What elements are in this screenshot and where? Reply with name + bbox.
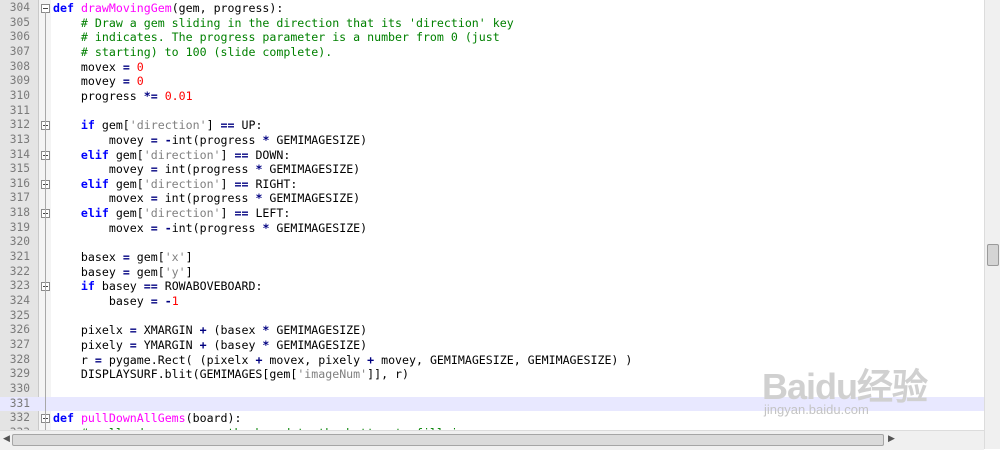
code-text: movex = 0 [53,59,144,74]
code-line[interactable]: 313 movey = -int(progress * GEMIMAGESIZE… [0,133,984,148]
line-number: 332 [9,411,30,425]
watermark: Baidu经验 jingyan.baidu.com [760,358,980,428]
line-number: 304 [9,1,30,14]
line-number: 312 [9,118,30,132]
line-number: 328 [9,352,30,366]
line-number: 329 [9,367,30,381]
code-text: movex = int(progress * GEMIMAGESIZE) [53,191,361,206]
horizontal-scrollbar-thumb[interactable] [12,434,884,446]
code-line[interactable]: 319 movex = -int(progress * GEMIMAGESIZE… [0,221,984,236]
line-number: 311 [9,103,30,117]
code-text: basex = gem['x'] [53,250,193,265]
code-text: DISPLAYSURF.blit(GEMIMAGES[gem['imageNum… [53,367,410,382]
code-line[interactable]: 327 pixely = YMARGIN + (basey * GEMIMAGE… [0,338,984,353]
code-text: elif gem['direction'] == DOWN: [80,147,291,162]
code-line[interactable]: 311 [0,104,984,119]
code-line[interactable]: 309 movey = 0 [0,74,984,89]
scroll-left-arrow-icon[interactable]: ◀ [3,434,10,444]
code-text: basey = gem['y'] [53,264,193,279]
code-line[interactable]: 325 [0,309,984,324]
code-text: pixelx = XMARGIN + (basex * GEMIMAGESIZE… [53,323,368,338]
line-number: 320 [9,235,30,249]
code-line[interactable]: 308 movex = 0 [0,60,984,75]
code-line[interactable]: 317 movex = int(progress * GEMIMAGESIZE) [0,191,984,206]
code-text: # Draw a gem sliding in the direction th… [80,15,514,30]
line-number: 326 [9,323,30,337]
code-text: movey = -int(progress * GEMIMAGESIZE) [53,132,368,147]
code-line[interactable]: 318 elif gem['direction'] == LEFT: [0,206,984,221]
code-line[interactable]: 315 movey = int(progress * GEMIMAGESIZE) [0,162,984,177]
line-number: 317 [9,191,30,205]
code-text: r = pygame.Rect( (pixelx + movex, pixely… [53,352,633,367]
code-text: if gem['direction'] == UP: [80,118,263,133]
line-number: 331 [9,396,30,410]
code-line[interactable]: 326 pixelx = XMARGIN + (basex * GEMIMAGE… [0,323,984,338]
code-text: if basey == ROWABOVEBOARD: [80,279,263,294]
fold-guide [45,12,46,433]
line-number: 313 [9,132,30,146]
line-number: 322 [9,264,30,278]
line-number: 318 [9,206,30,220]
code-text: def pullDownAllGems(board): [53,411,242,426]
line-number: 315 [9,162,30,176]
code-text: movex = -int(progress * GEMIMAGESIZE) [53,220,368,235]
code-text: progress *= 0.01 [53,88,193,103]
line-number: 306 [9,30,30,44]
line-number: 316 [9,176,30,190]
code-line[interactable]: 304 def drawMovingGem(gem, progress): [0,1,984,16]
line-number: 327 [9,337,30,351]
code-line[interactable]: 307 # starting) to 100 (slide complete). [0,45,984,60]
code-line[interactable]: 310 progress *= 0.01 [0,89,984,104]
code-text: movey = int(progress * GEMIMAGESIZE) [53,162,361,177]
scroll-right-arrow-icon[interactable]: ▶ [888,434,895,444]
code-line[interactable]: 314 elif gem['direction'] == DOWN: [0,148,984,163]
code-text: def drawMovingGem(gem, progress): [53,1,284,15]
code-line[interactable]: 320 [0,235,984,250]
line-number: 321 [9,250,30,264]
line-number: 324 [9,294,30,307]
code-text: movey = 0 [53,74,144,89]
line-number: 307 [9,44,30,58]
code-line[interactable]: 322 basey = gem['y'] [0,265,984,280]
line-number: 325 [9,308,30,322]
vertical-scrollbar[interactable] [984,0,1000,449]
vertical-scrollbar-thumb[interactable] [987,244,999,266]
line-number: 330 [9,381,30,395]
line-number: 319 [9,220,30,234]
code-line[interactable]: 305 # Draw a gem sliding in the directio… [0,16,984,31]
line-number: 305 [9,15,30,29]
code-line[interactable]: 306 # indicates. The progress parameter … [0,30,984,45]
code-line[interactable]: 316 elif gem['direction'] == RIGHT: [0,177,984,192]
line-number: 310 [9,88,30,102]
line-number: 308 [9,59,30,73]
code-text: # indicates. The progress parameter is a… [80,30,500,45]
code-text: # starting) to 100 (slide complete). [80,44,333,59]
line-number: 323 [9,279,30,293]
code-text: elif gem['direction'] == LEFT: [80,206,291,221]
code-text: basey = -1 [53,294,179,308]
code-line[interactable]: 321 basex = gem['x'] [0,250,984,265]
code-text: pixely = YMARGIN + (basey * GEMIMAGESIZE… [53,337,368,352]
line-number: 309 [9,74,30,88]
watermark-site: jingyan.baidu.com [764,402,869,417]
line-number: 314 [9,147,30,161]
code-line[interactable]: 312 if gem['direction'] == UP: [0,118,984,133]
code-line[interactable]: 324 basey = -1 [0,294,984,309]
code-line[interactable]: 323 if basey == ROWABOVEBOARD: [0,279,984,294]
code-text: elif gem['direction'] == RIGHT: [80,176,298,191]
